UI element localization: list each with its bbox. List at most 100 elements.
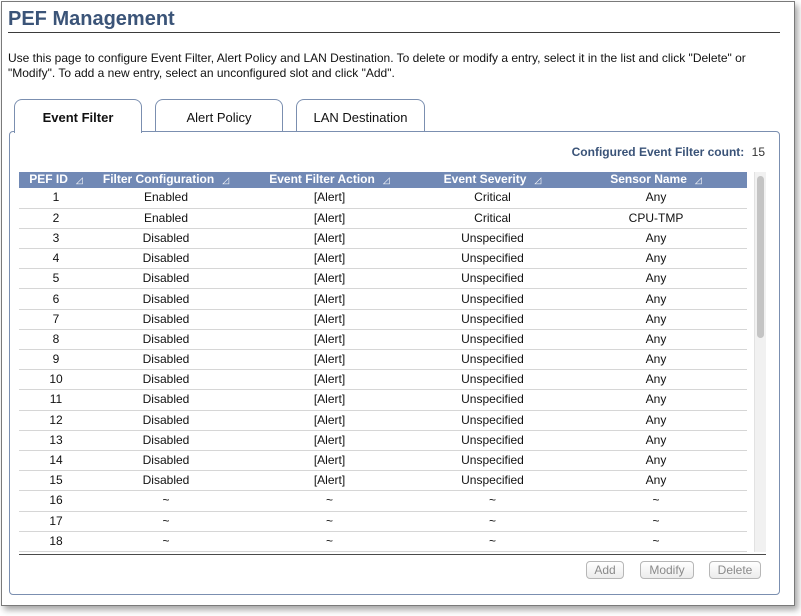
cell-pef-id: 13 — [19, 430, 93, 451]
cell-sensor-name: Any — [565, 228, 747, 250]
table-row[interactable]: 14 Disabled [Alert] Unspecified Any — [19, 450, 747, 472]
cell-pef-id: 2 — [19, 208, 93, 229]
cell-event-filter-action: [Alert] — [239, 470, 420, 492]
delete-button[interactable]: Delete — [709, 561, 761, 579]
table-row[interactable]: 16 ~ ~ ~ ~ — [19, 490, 747, 512]
cell-sensor-name: Any — [565, 329, 747, 351]
table-bottom-divider — [19, 554, 766, 555]
table-row[interactable]: 13 Disabled [Alert] Unspecified Any — [19, 430, 747, 451]
cell-filter-configuration: Disabled — [93, 329, 239, 351]
tab-lan-destination[interactable]: LAN Destination — [296, 99, 425, 132]
table-row[interactable]: 15 Disabled [Alert] Unspecified Any — [19, 470, 747, 492]
cell-pef-id: 15 — [19, 470, 93, 492]
table-row[interactable]: 18 ~ ~ ~ ~ — [19, 531, 747, 552]
cell-sensor-name: Any — [565, 410, 747, 431]
page-title: PEF Management — [8, 8, 175, 30]
tab-alert-policy[interactable]: Alert Policy — [155, 99, 283, 132]
cell-pef-id: 16 — [19, 490, 93, 512]
cell-filter-configuration: Enabled — [93, 188, 239, 209]
sort-triangle-icon: ◿ — [382, 175, 390, 185]
table-scrollbar[interactable] — [754, 172, 766, 552]
cell-event-severity: Unspecified — [420, 248, 565, 270]
title-divider — [8, 32, 780, 33]
cell-sensor-name: Any — [565, 470, 747, 492]
cell-event-severity: ~ — [420, 511, 565, 532]
cell-event-severity: Critical — [420, 188, 565, 209]
cell-sensor-name: Any — [565, 248, 747, 270]
cell-sensor-name: Any — [565, 188, 747, 209]
cell-pef-id: 14 — [19, 450, 93, 472]
cell-event-filter-action: [Alert] — [239, 208, 420, 229]
table-row[interactable]: 1 Enabled [Alert] Critical Any — [19, 188, 747, 209]
cell-filter-configuration: ~ — [93, 531, 239, 552]
event-filter-table: PEF ID ◿ Filter Configuration ◿ Event Filt… — [19, 172, 747, 552]
cell-sensor-name: CPU-TMP — [565, 208, 747, 229]
configured-count-label: Configured Event Filter count: — [571, 145, 745, 159]
cell-filter-configuration: Disabled — [93, 309, 239, 330]
table-row[interactable]: 4 Disabled [Alert] Unspecified Any — [19, 248, 747, 270]
cell-filter-configuration: Disabled — [93, 430, 239, 451]
cell-event-severity: Unspecified — [420, 309, 565, 330]
cell-event-severity: Unspecified — [420, 329, 565, 351]
cell-sensor-name: Any — [565, 288, 747, 310]
cell-event-filter-action: [Alert] — [239, 349, 420, 371]
cell-sensor-name: Any — [565, 369, 747, 391]
pef-management-window: PEF Management Use this page to configur… — [1, 1, 795, 606]
table-row[interactable]: 9 Disabled [Alert] Unspecified Any — [19, 349, 747, 371]
tab-event-filter[interactable]: Event Filter — [14, 99, 142, 133]
table-row[interactable]: 8 Disabled [Alert] Unspecified Any — [19, 329, 747, 351]
add-button[interactable]: Add — [586, 561, 624, 579]
cell-filter-configuration: ~ — [93, 511, 239, 532]
table-row[interactable]: 12 Disabled [Alert] Unspecified Any — [19, 410, 747, 431]
cell-pef-id: 17 — [19, 511, 93, 532]
table-row[interactable]: 5 Disabled [Alert] Unspecified Any — [19, 268, 747, 290]
table-row[interactable]: 10 Disabled [Alert] Unspecified Any — [19, 369, 747, 391]
cell-event-filter-action: [Alert] — [239, 430, 420, 451]
sort-triangle-icon: ◿ — [222, 175, 230, 185]
cell-filter-configuration: Disabled — [93, 228, 239, 250]
scrollbar-thumb[interactable] — [757, 176, 764, 338]
cell-sensor-name: Any — [565, 309, 747, 330]
cell-pef-id: 8 — [19, 329, 93, 351]
cell-filter-configuration: Disabled — [93, 410, 239, 431]
cell-sensor-name: ~ — [565, 490, 747, 512]
modify-button[interactable]: Modify — [640, 561, 694, 579]
cell-pef-id: 11 — [19, 389, 93, 411]
table-row[interactable]: 17 ~ ~ ~ ~ — [19, 511, 747, 532]
cell-pef-id: 9 — [19, 349, 93, 371]
column-header-filter-configuration[interactable]: Filter Configuration ◿ — [93, 172, 239, 188]
column-header-event-filter-action[interactable]: Event Filter Action ◿ — [239, 172, 420, 188]
cell-filter-configuration: Enabled — [93, 208, 239, 229]
cell-pef-id: 3 — [19, 228, 93, 250]
cell-event-severity: Unspecified — [420, 470, 565, 492]
table-row[interactable]: 3 Disabled [Alert] Unspecified Any — [19, 228, 747, 250]
cell-sensor-name: Any — [565, 389, 747, 411]
table-row[interactable]: 6 Disabled [Alert] Unspecified Any — [19, 288, 747, 310]
cell-event-severity: Unspecified — [420, 450, 565, 472]
cell-pef-id: 4 — [19, 248, 93, 270]
cell-pef-id: 10 — [19, 369, 93, 391]
cell-pef-id: 5 — [19, 268, 93, 290]
table-row[interactable]: 2 Enabled [Alert] Critical CPU-TMP — [19, 208, 747, 229]
column-header-sensor-name[interactable]: Sensor Name ◿ — [565, 172, 747, 188]
cell-sensor-name: Any — [565, 268, 747, 290]
cell-event-filter-action: [Alert] — [239, 369, 420, 391]
cell-sensor-name: Any — [565, 349, 747, 371]
column-header-event-severity[interactable]: Event Severity ◿ — [420, 172, 565, 188]
cell-event-severity: Unspecified — [420, 228, 565, 250]
cell-pef-id: 12 — [19, 410, 93, 431]
cell-event-severity: Unspecified — [420, 288, 565, 310]
cell-filter-configuration: Disabled — [93, 389, 239, 411]
cell-event-filter-action: [Alert] — [239, 450, 420, 472]
cell-filter-configuration: Disabled — [93, 470, 239, 492]
cell-event-filter-action: [Alert] — [239, 288, 420, 310]
cell-sensor-name: Any — [565, 430, 747, 451]
column-header-pef-id[interactable]: PEF ID ◿ — [19, 172, 93, 188]
table-row[interactable]: 11 Disabled [Alert] Unspecified Any — [19, 389, 747, 411]
cell-event-severity: ~ — [420, 531, 565, 552]
table-row[interactable]: 7 Disabled [Alert] Unspecified Any — [19, 309, 747, 330]
cell-event-severity: Unspecified — [420, 410, 565, 431]
event-filter-panel: Configured Event Filter count: 15 PEF ID… — [9, 131, 780, 595]
cell-event-severity: Unspecified — [420, 268, 565, 290]
configured-count: Configured Event Filter count: 15 — [572, 145, 765, 159]
